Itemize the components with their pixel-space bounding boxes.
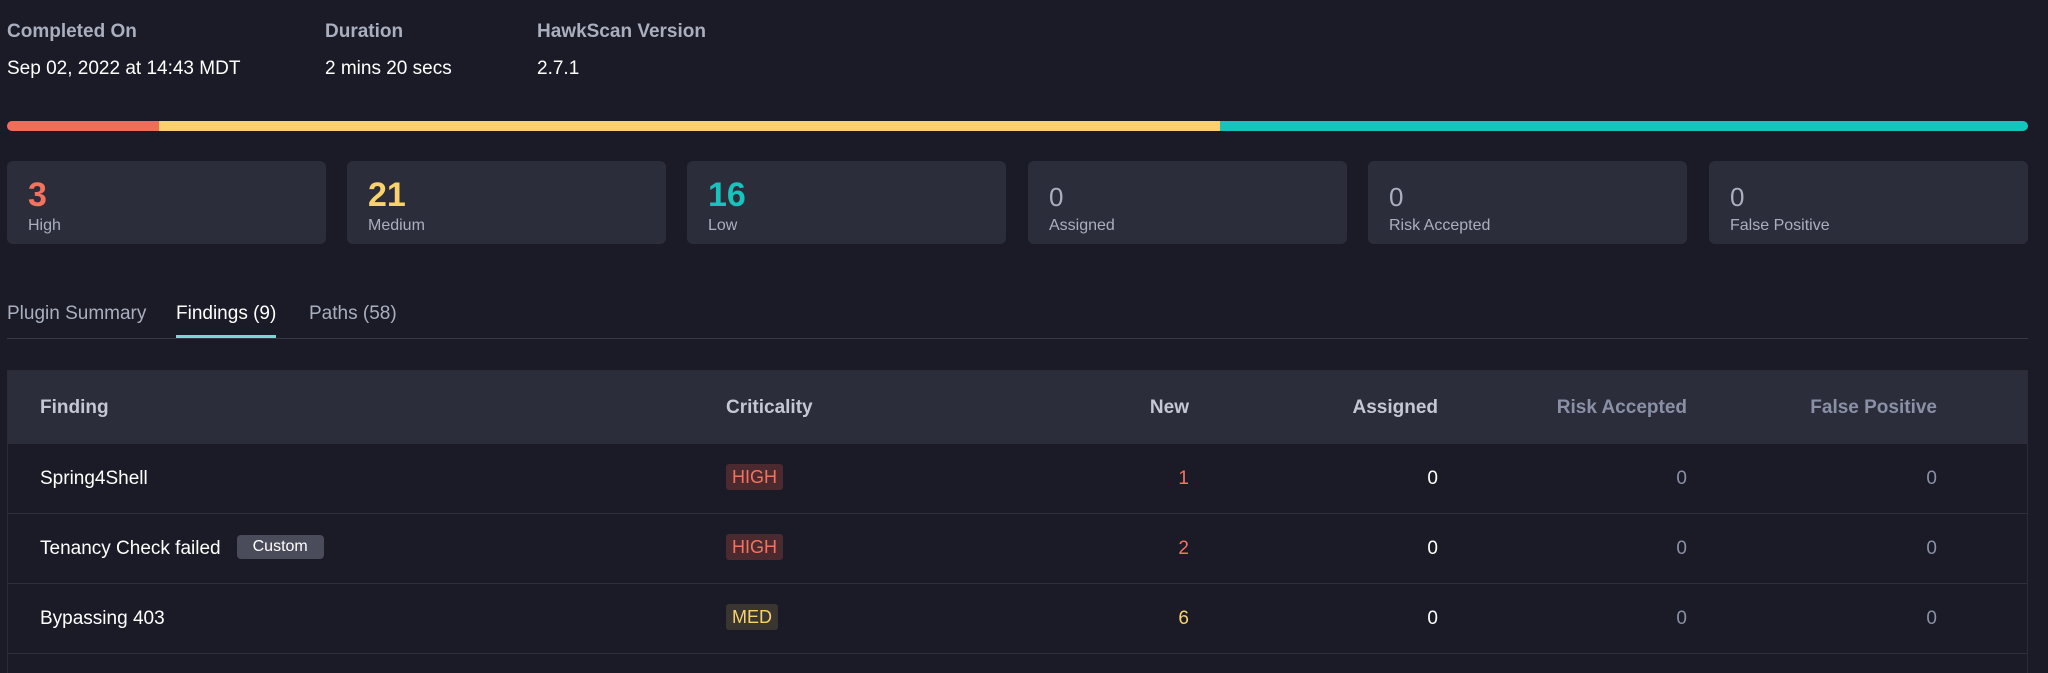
hawkscan-version-value: 2.7.1 bbox=[537, 58, 580, 79]
criticality-badge: HIGH bbox=[726, 534, 783, 561]
severity-distribution-bar bbox=[7, 121, 2028, 131]
duration-value: 2 mins 20 secs bbox=[325, 58, 452, 79]
new-count: 1 bbox=[1178, 468, 1189, 489]
duration: Duration 2 mins 20 secs bbox=[325, 20, 452, 81]
stat-value: 0 bbox=[1730, 182, 1745, 212]
header-criticality[interactable]: Criticality bbox=[726, 371, 813, 444]
criticality-cell: MED bbox=[726, 584, 778, 653]
completed-on: Completed On Sep 02, 2022 at 14:43 MDT bbox=[7, 20, 240, 81]
criticality-badge: MED bbox=[726, 604, 778, 631]
hawkscan-version-label: HawkScan Version bbox=[537, 21, 706, 42]
stat-label: Medium bbox=[368, 217, 425, 234]
false-positive-count: 0 bbox=[1926, 468, 1937, 489]
finding-name: Tenancy Check failed bbox=[40, 538, 221, 559]
stat-label: Low bbox=[708, 217, 738, 234]
criticality-badge: HIGH bbox=[726, 464, 783, 491]
stat-label: High bbox=[28, 217, 61, 234]
findings-table: Finding Criticality New Assigned Risk Ac… bbox=[7, 370, 2028, 673]
tab-paths[interactable]: Paths (58) bbox=[309, 302, 397, 338]
stat-value: 16 bbox=[708, 176, 746, 214]
table-row[interactable]: Bypassing 403 MED 6 0 0 0 bbox=[8, 584, 2027, 654]
header-risk-accepted[interactable]: Risk Accepted bbox=[1557, 371, 1687, 444]
new-count: 6 bbox=[1178, 608, 1189, 629]
assigned-count: 0 bbox=[1427, 608, 1438, 629]
stat-value: 3 bbox=[28, 176, 47, 214]
duration-label: Duration bbox=[325, 21, 404, 42]
risk-accepted-count: 0 bbox=[1676, 608, 1687, 629]
custom-badge: Custom bbox=[236, 535, 324, 560]
risk-accepted-count: 0 bbox=[1676, 538, 1687, 559]
false-positive-count: 0 bbox=[1926, 608, 1937, 629]
criticality-cell: HIGH bbox=[726, 514, 783, 583]
high-segment bbox=[7, 121, 159, 131]
hawkscan-version: HawkScan Version 2.7.1 bbox=[537, 20, 706, 81]
header-finding[interactable]: Finding bbox=[40, 371, 109, 444]
stat-value: 21 bbox=[368, 176, 406, 214]
stat-label: Risk Accepted bbox=[1389, 217, 1491, 234]
header-false-positive[interactable]: False Positive bbox=[1810, 371, 1937, 444]
completed-on-label: Completed On bbox=[7, 21, 137, 42]
medium-segment bbox=[158, 121, 1220, 131]
stat-value: 0 bbox=[1049, 182, 1064, 212]
tab-plugin-summary[interactable]: Plugin Summary bbox=[7, 302, 146, 338]
low-segment bbox=[1219, 121, 2028, 131]
header-assigned[interactable]: Assigned bbox=[1352, 371, 1438, 444]
finding-name: Bypassing 403 bbox=[40, 608, 165, 629]
tab-bar: Plugin Summary Findings (9) Paths (58) bbox=[7, 296, 2028, 339]
assigned-count: 0 bbox=[1427, 538, 1438, 559]
table-row[interactable]: Tenancy Check failed Custom HIGH 2 0 0 0 bbox=[8, 514, 2027, 584]
table-header: Finding Criticality New Assigned Risk Ac… bbox=[8, 371, 2027, 444]
new-count: 2 bbox=[1178, 538, 1189, 559]
assigned-count: 0 bbox=[1427, 468, 1438, 489]
table-row[interactable]: Spring4Shell HIGH 1 0 0 0 bbox=[8, 444, 2027, 514]
false-positive-count: 0 bbox=[1926, 538, 1937, 559]
header-new[interactable]: New bbox=[1150, 371, 1189, 444]
tab-findings[interactable]: Findings (9) bbox=[176, 302, 277, 338]
stat-card-medium[interactable]: 21 Medium bbox=[347, 161, 666, 244]
stat-card-high[interactable]: 3 High bbox=[7, 161, 326, 244]
finding-name: Spring4Shell bbox=[40, 468, 148, 489]
stat-label: False Positive bbox=[1730, 217, 1830, 234]
stat-cards: 3 High 21 Medium 16 Low 0 Assigned 0 Ris… bbox=[7, 161, 2028, 244]
finding-cell: Tenancy Check failed Custom bbox=[40, 514, 324, 583]
risk-accepted-count: 0 bbox=[1676, 468, 1687, 489]
stat-value: 0 bbox=[1389, 182, 1404, 212]
stat-card-assigned[interactable]: 0 Assigned bbox=[1028, 161, 1347, 244]
stat-card-low[interactable]: 16 Low bbox=[687, 161, 1006, 244]
stat-card-risk-accepted[interactable]: 0 Risk Accepted bbox=[1368, 161, 1687, 244]
stat-label: Assigned bbox=[1049, 217, 1115, 234]
criticality-cell: HIGH bbox=[726, 444, 783, 513]
completed-on-value: Sep 02, 2022 at 14:43 MDT bbox=[7, 58, 241, 79]
stat-card-false-positive[interactable]: 0 False Positive bbox=[1709, 161, 2028, 244]
